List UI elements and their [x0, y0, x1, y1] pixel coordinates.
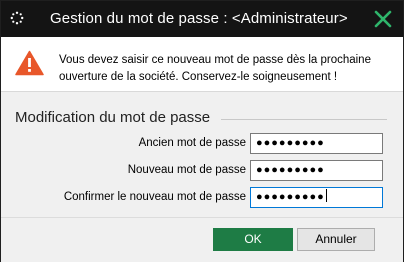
close-icon — [374, 10, 392, 28]
old-password-label: Ancien mot de passe — [138, 137, 246, 149]
button-bar: OK Annuler — [1, 217, 403, 262]
form-area: Modification du mot de passe Ancien mot … — [1, 92, 403, 217]
confirm-password-value: ●●●●●●●●● — [256, 191, 325, 203]
ok-button[interactable]: OK — [213, 228, 293, 251]
app-dots-icon — [10, 11, 24, 25]
group-divider — [221, 119, 387, 120]
group-title: Modification du mot de passe — [15, 109, 211, 126]
warning-icon — [15, 50, 44, 76]
window-title: Gestion du mot de passe : <Administrateu… — [50, 10, 348, 27]
new-password-label: Nouveau mot de passe — [127, 164, 246, 176]
confirm-password-label: Confirmer le nouveau mot de passe — [63, 191, 246, 203]
old-password-field[interactable]: ●●●●●●●●● — [250, 133, 383, 154]
text-caret — [325, 189, 327, 202]
new-password-field[interactable]: ●●●●●●●●● — [250, 160, 383, 181]
cancel-button[interactable]: Annuler — [297, 228, 375, 251]
title-bar[interactable]: Gestion du mot de passe : <Administrateu… — [1, 1, 403, 37]
warning-banner: Vous devez saisir ce nouveau mot de pass… — [1, 37, 403, 91]
password-dialog: Gestion du mot de passe : <Administrateu… — [0, 0, 404, 262]
close-button[interactable] — [371, 7, 395, 31]
confirm-password-field[interactable]: ●●●●●●●●● — [250, 187, 383, 208]
warning-message: Vous devez saisir ce nouveau mot de pass… — [59, 54, 371, 83]
